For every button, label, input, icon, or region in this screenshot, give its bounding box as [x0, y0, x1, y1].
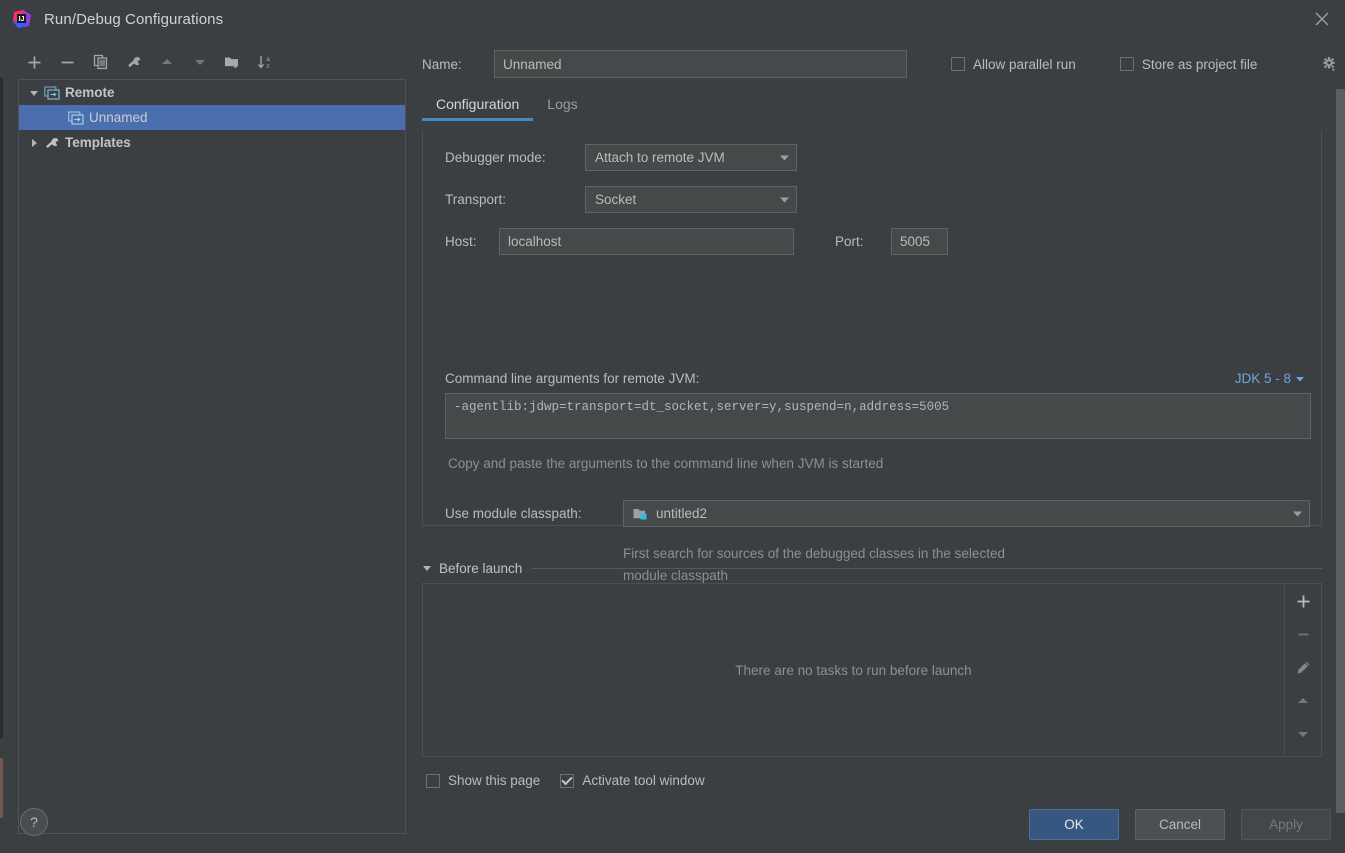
transport-label: Transport: [445, 192, 507, 207]
name-row: Name: Allow parallel run Store as projec… [422, 48, 1332, 80]
allow-parallel-run-checkbox[interactable]: Allow parallel run [951, 57, 1076, 72]
before-launch-divider [532, 567, 1322, 569]
tab-logs[interactable]: Logs [533, 93, 591, 121]
host-input[interactable] [499, 228, 794, 255]
svg-text:z: z [266, 63, 269, 70]
name-input[interactable] [494, 50, 907, 78]
checkbox-box [560, 773, 575, 788]
host-port-row: Host: Port: [445, 228, 948, 255]
tree-item-label: Templates [65, 135, 131, 150]
module-classpath-value: untitled2 [656, 506, 708, 521]
chevron-down-icon [1282, 509, 1303, 518]
configurations-left-panel: a z Remote Unnamed Templates ? [0, 38, 410, 853]
remote-debug-icon [43, 85, 61, 101]
help-button[interactable]: ? [20, 808, 48, 836]
transport-select[interactable]: Socket [585, 186, 797, 213]
transport-row: Transport: Socket [445, 186, 797, 213]
debugger-mode-value: Attach to remote JVM [595, 150, 725, 165]
name-label: Name: [422, 56, 462, 72]
before-launch-task-list[interactable]: There are no tasks to run before launch [422, 583, 1322, 757]
scrollbar-thumb[interactable] [1336, 89, 1345, 813]
add-configuration-button[interactable] [18, 48, 51, 76]
before-launch-toolbar [1284, 584, 1321, 756]
move-up-button[interactable] [150, 48, 183, 76]
checkbox-box [1119, 57, 1134, 71]
show-this-page-label: Show this page [448, 773, 541, 788]
close-icon[interactable] [1299, 0, 1345, 38]
add-task-button[interactable] [1288, 590, 1318, 613]
store-as-project-file-label: Store as project file [1141, 56, 1258, 72]
remove-task-button[interactable] [1288, 623, 1318, 646]
remote-debug-icon [67, 110, 85, 126]
tree-item-label: Unnamed [89, 110, 148, 125]
before-launch-header[interactable]: Before launch [422, 558, 1322, 578]
tree-item-remote[interactable]: Remote [19, 80, 405, 105]
copy-configuration-button[interactable] [84, 48, 117, 76]
module-classpath-label: Use module classpath: [445, 506, 582, 521]
debugger-mode-row: Debugger mode: Attach to remote JVM [445, 144, 797, 171]
module-classpath-select[interactable]: untitled2 [623, 500, 1310, 527]
tab-configuration[interactable]: Configuration [422, 93, 534, 121]
module-classpath-row: Use module classpath: untitled2 [445, 500, 1310, 527]
gear-dropdown-icon[interactable] [1319, 54, 1339, 74]
new-folder-button[interactable] [216, 48, 249, 76]
host-label: Host: [445, 234, 477, 249]
activate-tool-window-checkbox[interactable]: Activate tool window [560, 773, 705, 788]
debugger-mode-select[interactable]: Attach to remote JVM [585, 144, 797, 171]
title-bar: IJ Run/Debug Configurations [0, 0, 1345, 38]
remove-configuration-button[interactable] [51, 48, 84, 76]
sort-alphabetically-button[interactable]: a z [249, 48, 282, 76]
configuration-editor-panel: Name: Allow parallel run Store as projec… [410, 38, 1345, 853]
tree-item-templates[interactable]: Templates [19, 130, 405, 155]
move-task-down-button[interactable] [1288, 722, 1318, 745]
editor-tabs: Configuration Logs [422, 93, 1322, 127]
cancel-button[interactable]: Cancel [1135, 809, 1225, 840]
window-left-edge [0, 78, 4, 818]
move-task-up-button[interactable] [1288, 689, 1318, 712]
before-launch-title: Before launch [439, 560, 523, 576]
edit-templates-button[interactable] [117, 48, 150, 76]
svg-text:a: a [266, 56, 270, 63]
chevron-down-icon [769, 195, 790, 204]
tree-item-unnamed[interactable]: Unnamed [19, 105, 405, 130]
footer-options: Show this page Activate tool window [426, 773, 705, 788]
dialog-buttons: OK Cancel Apply [1029, 809, 1331, 840]
command-line-arguments-field[interactable]: -agentlib:jdwp=transport=dt_socket,serve… [445, 393, 1311, 439]
port-label: Port: [835, 234, 864, 249]
intellij-idea-logo-icon: IJ [12, 9, 32, 29]
allow-parallel-run-label: Allow parallel run [973, 56, 1076, 72]
editor-scrollbar[interactable] [1334, 89, 1345, 813]
wrench-icon [43, 135, 61, 151]
jdk-version-selector[interactable]: JDK 5 - 8 [1235, 371, 1305, 386]
command-line-arguments-label: Command line arguments for remote JVM: [445, 371, 700, 386]
before-launch-twisty-icon[interactable] [422, 561, 432, 576]
module-icon [633, 507, 649, 521]
configurations-tree[interactable]: Remote Unnamed Templates [18, 79, 406, 834]
command-line-arguments-hint: Copy and paste the arguments to the comm… [448, 456, 884, 471]
apply-button[interactable]: Apply [1241, 809, 1331, 840]
before-launch-empty-text: There are no tasks to run before launch [735, 662, 972, 678]
chevron-down-icon [1296, 376, 1304, 381]
debugger-mode-label: Debugger mode: [445, 150, 546, 165]
expand-twisty-icon[interactable] [25, 88, 43, 98]
port-input[interactable] [891, 228, 948, 255]
window-title: Run/Debug Configurations [44, 10, 224, 28]
store-as-project-file-checkbox[interactable]: Store as project file [1119, 56, 1258, 72]
tree-item-label: Remote [65, 85, 115, 100]
edit-task-button[interactable] [1288, 656, 1318, 679]
collapse-twisty-icon[interactable] [25, 138, 43, 148]
svg-text:IJ: IJ [19, 16, 25, 23]
checkbox-box [951, 57, 965, 71]
show-this-page-checkbox[interactable]: Show this page [426, 773, 540, 788]
chevron-down-icon [769, 153, 790, 162]
configuration-tab-content: Debugger mode: Attach to remote JVM Tran… [422, 130, 1322, 583]
activate-tool-window-label: Activate tool window [582, 773, 705, 788]
configurations-toolbar: a z [18, 46, 398, 78]
move-down-button[interactable] [183, 48, 216, 76]
checkbox-box [426, 773, 440, 788]
transport-value: Socket [595, 192, 637, 207]
ok-button[interactable]: OK [1029, 809, 1119, 840]
jdk-version-label: JDK 5 - 8 [1234, 371, 1291, 386]
